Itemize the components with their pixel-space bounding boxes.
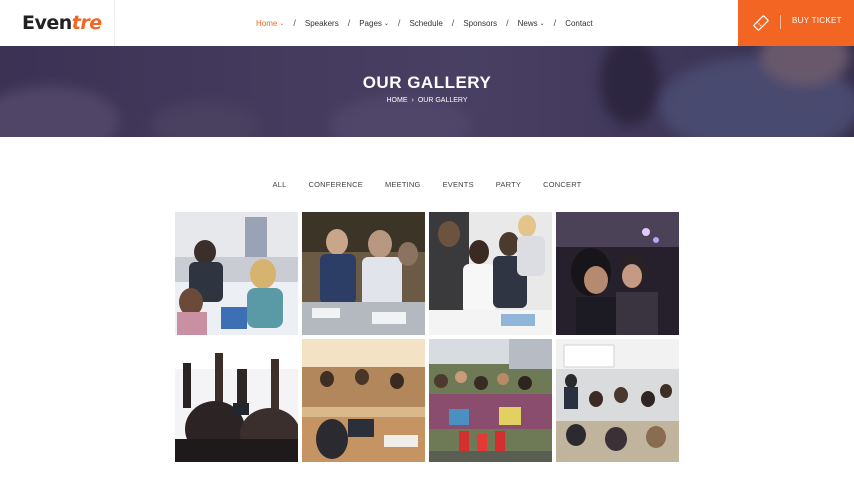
nav-separator: / (553, 18, 557, 28)
conference-discussion-photo[interactable] (175, 212, 298, 335)
buy-ticket-divider (780, 15, 781, 29)
breadcrumb: HOME › OUR GALLERY (0, 97, 854, 104)
site-header: Eventre Home ⌄ / Speakers / Pages ⌄ / Sche… (0, 0, 854, 46)
outdoor-event-crowd-photo[interactable] (429, 339, 552, 462)
classroom-workshop-photo[interactable] (302, 339, 425, 462)
logo: Eventre (22, 12, 102, 34)
evening-party-photo[interactable] (556, 212, 679, 335)
nav-item-sponsors[interactable]: Sponsors (463, 19, 497, 28)
nav-item-news[interactable]: News ⌄ (518, 19, 545, 28)
filter-conference[interactable]: CONFERENCE (308, 180, 363, 189)
page-banner: OUR GALLERY HOME › OUR GALLERY (0, 46, 854, 137)
filter-events[interactable]: EVENTS (443, 180, 474, 189)
breadcrumb-home[interactable]: HOME (386, 97, 407, 104)
business-team-photo[interactable] (429, 212, 552, 335)
filter-concert[interactable]: CONCERT (543, 180, 581, 189)
buy-ticket-label: BUY TICKET (792, 16, 842, 25)
filter-party[interactable]: PARTY (496, 180, 521, 189)
nav-separator: / (451, 18, 455, 28)
nav-item-speakers[interactable]: Speakers (305, 19, 339, 28)
nav-separator: / (506, 18, 509, 28)
gallery-grid (175, 212, 679, 462)
concert-crowd-photo[interactable] (175, 339, 298, 462)
nav-separator: / (397, 18, 401, 28)
chevron-down-icon: ⌄ (383, 20, 389, 27)
chevron-down-icon: ⌄ (279, 20, 285, 27)
nav-item-home[interactable]: Home ⌄ (256, 19, 284, 28)
logo-link[interactable]: Eventre (0, 0, 115, 46)
meeting-table-photo[interactable] (302, 212, 425, 335)
nav-item-pages[interactable]: Pages ⌄ (359, 19, 389, 28)
nav-separator: / (293, 18, 296, 28)
chevron-down-icon: ⌄ (539, 20, 545, 27)
breadcrumb-separator: › (411, 97, 414, 104)
main-nav: Home ⌄ / Speakers / Pages ⌄ / Schedule / S… (256, 0, 593, 46)
breadcrumb-current: OUR GALLERY (417, 97, 468, 104)
filter-meeting[interactable]: MEETING (385, 180, 421, 189)
nav-separator: / (347, 18, 351, 28)
gallery-filters: ALL CONFERENCE MEETING EVENTS PARTY CONC… (0, 180, 854, 189)
seminar-hall-photo[interactable] (556, 339, 679, 462)
buy-ticket-button[interactable]: BUY TICKET (738, 0, 854, 46)
nav-item-contact[interactable]: Contact (565, 19, 593, 28)
nav-item-schedule[interactable]: Schedule (409, 19, 442, 28)
ticket-icon (753, 15, 769, 31)
page-title: OUR GALLERY (362, 73, 492, 92)
filter-all[interactable]: ALL (273, 180, 287, 189)
